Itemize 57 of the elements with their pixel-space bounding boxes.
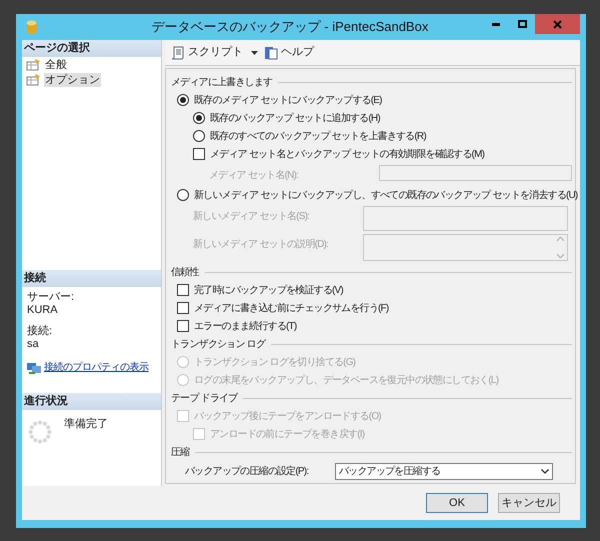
section-header: 進行状況 [22,393,161,410]
group-title: 信頼性 [171,266,199,280]
radio-label: 新しいメディア セットにバックアップし、すべての既存のバックアップ セットを消去する(U) [194,188,578,202]
progress-status: 準備完了 [64,416,108,432]
dropdown-caret-icon [251,50,258,54]
field-label: メディア セット名(N): [209,169,300,183]
radio-button[interactable] [193,112,205,124]
page-icon [26,58,41,70]
field-label: 新しいメディア セット名(S): [193,210,310,224]
radio-label: 既存のすべてのバックアップ セットを上書きする(R) [210,130,426,144]
page-icon [26,74,41,86]
radio-button[interactable] [177,189,189,201]
group-title: トランザクション ログ [171,338,265,352]
login-value: sa [27,338,39,351]
checkbox-label: メディアに書き込む前にチェックサムを行う(F) [194,302,388,316]
checkbox[interactable] [177,320,189,332]
page-item[interactable]: オプション [44,72,101,86]
checkbox[interactable] [177,284,189,296]
checkbox-label: バックアップ後にテープをアンロードする(O) [194,410,381,424]
checkbox-label: 完了時にバックアップを検証する(V) [194,284,343,298]
radio-button[interactable] [177,94,189,106]
section-header: 接続 [22,270,161,287]
server-label: サーバー: [27,291,74,304]
checkbox-label: アンロードの前にテープを巻き戻す(I) [210,428,364,442]
group-title: メディアに上書きします [171,76,272,90]
radio-label: 既存のメディア セットにバックアップする(E) [194,94,382,108]
connection-properties-link[interactable]: 接続のプロパティの表示 [44,361,148,374]
radio-label: ログの末尾をバックアップし、データベースを復元中の状態にしておく(L) [194,374,498,388]
login-label: 接続: [27,325,52,338]
radio-label: トランザクション ログを切り捨てる(G) [194,356,356,370]
connection-properties-icon [27,362,41,374]
checkbox[interactable] [193,148,205,160]
dialog-button[interactable]: OK [426,493,488,513]
server-value: KURA [27,304,58,317]
loading-spinner-icon [28,420,52,444]
field-label: 新しいメディア セットの説明(D): [193,238,330,252]
help-button[interactable]: ヘルプ [264,44,314,61]
database-icon [26,20,37,34]
close-icon [553,20,562,28]
checkbox[interactable] [177,302,189,314]
radio-label: 既存のバックアップ セットに追加する(H) [210,112,380,126]
close-button[interactable] [535,14,580,34]
section-header: ページの選択 [22,40,161,57]
radio-button[interactable] [193,130,205,142]
checkbox-label: メディア セット名とバックアップ セットの有効期限を確認する(M) [210,148,484,162]
select-label: バックアップの圧縮の設定(P): [185,464,310,479]
script-button[interactable]: スクリプト [171,44,258,61]
checkbox-label: エラーのまま続行する(T) [194,320,296,334]
dialog-button[interactable]: キャンセル [498,493,560,513]
compression-dropdown[interactable]: バックアップを圧縮する [335,463,553,480]
page-item[interactable]: 全般 [44,58,68,72]
group-title: 圧縮 [171,446,190,460]
help-book-icon [264,46,278,60]
window-title: データベースのバックアップ - iPentecSandBox [152,18,428,36]
script-scroll-icon [171,46,185,60]
dropdown-chevron-icon [541,469,549,474]
group-title: テープ ドライブ [171,392,238,406]
